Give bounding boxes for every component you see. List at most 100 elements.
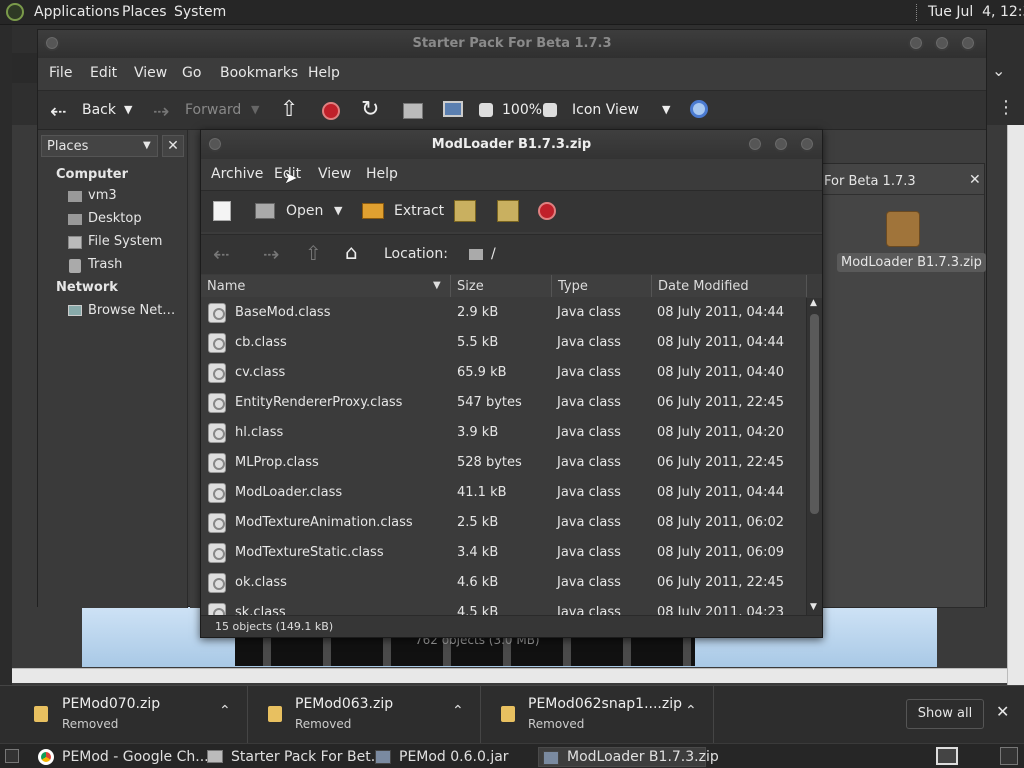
menu-places[interactable]: Places bbox=[122, 4, 167, 20]
forward-arrow-icon[interactable]: ⇢ bbox=[153, 101, 170, 121]
column-header-size[interactable]: Size bbox=[451, 275, 552, 297]
chevron-up-icon[interactable]: ⌃ bbox=[219, 704, 231, 718]
open-folder-icon[interactable] bbox=[255, 203, 275, 219]
table-row[interactable]: BaseMod.class 2.9 kB Java class 08 July 201… bbox=[201, 298, 805, 328]
view-mode-dropdown-icon[interactable]: ▼ bbox=[662, 104, 670, 115]
browser-horizontal-scrollbar[interactable] bbox=[12, 668, 1007, 683]
workspace-switcher[interactable] bbox=[936, 747, 958, 765]
download-item[interactable]: PEMod062snap1....zip Removed ⌃ bbox=[481, 686, 714, 744]
computer-icon[interactable] bbox=[443, 101, 463, 117]
sidebar-item-file-system[interactable]: File System bbox=[88, 234, 162, 249]
back-arrow-icon[interactable]: ⇠ bbox=[213, 244, 230, 264]
sidebar-item-browse-network[interactable]: Browse Net… bbox=[88, 303, 175, 318]
scroll-down-icon[interactable]: ▼ bbox=[810, 603, 817, 612]
minimize-button[interactable] bbox=[747, 136, 763, 152]
close-downloads-icon[interactable]: ✕ bbox=[996, 704, 1009, 720]
background-window-close-icon[interactable]: ✕ bbox=[969, 173, 981, 187]
menu-view[interactable]: View bbox=[134, 65, 167, 81]
menu-go[interactable]: Go bbox=[182, 65, 201, 81]
menu-edit[interactable]: Edit bbox=[90, 65, 117, 81]
task-jar[interactable]: PEMod 0.6.0.jar bbox=[372, 747, 536, 767]
zip-archive-label[interactable]: ModLoader B1.7.3.zip bbox=[837, 253, 986, 272]
table-row[interactable]: EntityRendererProxy.class 547 bytes Java c… bbox=[201, 388, 805, 418]
chevron-down-icon[interactable]: ⌄ bbox=[992, 63, 1005, 79]
stop-icon[interactable] bbox=[538, 202, 556, 220]
file-list-scrollbar[interactable]: ▲ ▼ bbox=[806, 298, 822, 615]
show-all-button[interactable]: Show all bbox=[906, 699, 984, 729]
home-icon[interactable] bbox=[403, 103, 423, 119]
menu-help[interactable]: Help bbox=[308, 65, 340, 81]
sidebar-item-trash[interactable]: Trash bbox=[88, 257, 122, 272]
back-arrow-icon[interactable]: ⇠ bbox=[50, 101, 67, 121]
task-chrome[interactable]: PEMod - Google Ch... bbox=[34, 747, 209, 767]
add-files-icon[interactable] bbox=[454, 200, 476, 222]
browser-vertical-scrollbar[interactable] bbox=[1007, 125, 1024, 685]
zoom-in-icon[interactable] bbox=[543, 103, 557, 117]
search-icon[interactable] bbox=[690, 100, 708, 118]
back-history-dropdown[interactable]: ▼ bbox=[124, 104, 132, 115]
column-header-date[interactable]: Date Modified bbox=[652, 275, 807, 297]
table-row[interactable]: hl.class 3.9 kB Java class 08 July 2011, 04… bbox=[201, 418, 805, 448]
minimize-button[interactable] bbox=[908, 35, 924, 51]
clock[interactable]: Tue Jul 4, 12:32 bbox=[928, 4, 1024, 20]
sidebar-select[interactable]: Places ▼ bbox=[41, 135, 158, 157]
open-dropdown-icon[interactable]: ▼ bbox=[334, 205, 342, 216]
column-header-type[interactable]: Type bbox=[552, 275, 652, 297]
menu-system[interactable]: System bbox=[174, 4, 226, 20]
zoom-out-icon[interactable] bbox=[479, 103, 493, 117]
table-row[interactable]: ModTextureAnimation.class 2.5 kB Java clas… bbox=[201, 508, 805, 538]
table-row[interactable]: ModTextureStatic.class 3.4 kB Java class 08… bbox=[201, 538, 805, 568]
up-arrow-icon[interactable]: ⇧ bbox=[280, 99, 298, 121]
menu-help[interactable]: Help bbox=[366, 166, 398, 182]
table-row[interactable]: cb.class 5.5 kB Java class 08 July 2011, 04… bbox=[201, 328, 805, 358]
menu-applications[interactable]: Applications bbox=[34, 4, 120, 20]
stop-icon[interactable] bbox=[322, 102, 340, 120]
gnome-foot-icon[interactable] bbox=[6, 3, 24, 21]
chevron-up-icon[interactable]: ⌃ bbox=[452, 704, 464, 718]
download-item[interactable]: PEMod070.zip Removed ⌃ bbox=[0, 686, 248, 744]
up-arrow-icon[interactable]: ⇧ bbox=[305, 243, 322, 263]
new-archive-icon[interactable] bbox=[213, 201, 231, 221]
table-row[interactable]: ok.class 4.6 kB Java class 06 July 2011, 22… bbox=[201, 568, 805, 598]
reload-icon[interactable]: ↻ bbox=[361, 99, 379, 121]
sidebar-close-icon[interactable]: ✕ bbox=[162, 135, 184, 157]
menu-bookmarks[interactable]: Bookmarks bbox=[220, 65, 298, 81]
maximize-button[interactable] bbox=[934, 35, 950, 51]
view-mode-select[interactable]: Icon View bbox=[572, 102, 639, 118]
download-item[interactable]: PEMod063.zip Removed ⌃ bbox=[248, 686, 481, 744]
close-button[interactable] bbox=[799, 136, 815, 152]
table-row[interactable]: cv.class 65.9 kB Java class 08 July 2011, 0… bbox=[201, 358, 805, 388]
menu-archive[interactable]: Archive bbox=[211, 166, 263, 182]
extract-icon[interactable] bbox=[362, 203, 384, 219]
zip-archive-icon[interactable] bbox=[886, 211, 920, 247]
back-button[interactable]: Back bbox=[82, 102, 116, 118]
table-row[interactable]: ModLoader.class 41.1 kB Java class 08 July … bbox=[201, 478, 805, 508]
location-field[interactable]: / bbox=[491, 246, 496, 262]
sidebar-item-vm3[interactable]: vm3 bbox=[88, 188, 117, 203]
column-header-name[interactable]: Name ▼ bbox=[201, 275, 451, 297]
trash-applet-icon[interactable] bbox=[1000, 747, 1018, 765]
file-manager-titlebar[interactable]: Starter Pack For Beta 1.7.3 bbox=[38, 30, 986, 58]
table-row[interactable]: sk.class 4.5 kB Java class 08 July 2011, 04… bbox=[201, 598, 805, 615]
archive-manager-titlebar[interactable]: ModLoader B1.7.3.zip bbox=[201, 130, 822, 159]
scroll-up-icon[interactable]: ▲ bbox=[810, 299, 817, 308]
forward-history-dropdown[interactable]: ▼ bbox=[251, 104, 259, 115]
scrollbar-thumb[interactable] bbox=[810, 314, 819, 514]
show-desktop-icon[interactable] bbox=[5, 749, 19, 763]
chevron-up-icon[interactable]: ⌃ bbox=[685, 704, 697, 718]
menu-file[interactable]: File bbox=[49, 65, 72, 81]
table-row[interactable]: MLProp.class 528 bytes Java class 06 July 2… bbox=[201, 448, 805, 478]
add-folder-icon[interactable] bbox=[497, 200, 519, 222]
home-icon[interactable]: ⌂ bbox=[345, 242, 358, 262]
extract-button[interactable]: Extract bbox=[394, 203, 444, 219]
task-archive-manager[interactable]: ModLoader B1.7.3.zip bbox=[538, 747, 719, 767]
more-menu-icon[interactable]: ⋮ bbox=[997, 99, 1015, 117]
maximize-button[interactable] bbox=[773, 136, 789, 152]
task-file-manager[interactable]: Starter Pack For Bet... bbox=[204, 747, 384, 767]
forward-arrow-icon[interactable]: ⇢ bbox=[263, 244, 280, 264]
sidebar-item-desktop[interactable]: Desktop bbox=[88, 211, 142, 226]
open-button[interactable]: Open bbox=[286, 203, 323, 219]
menu-view[interactable]: View bbox=[318, 166, 351, 182]
close-button[interactable] bbox=[960, 35, 976, 51]
forward-button[interactable]: Forward bbox=[185, 102, 241, 118]
